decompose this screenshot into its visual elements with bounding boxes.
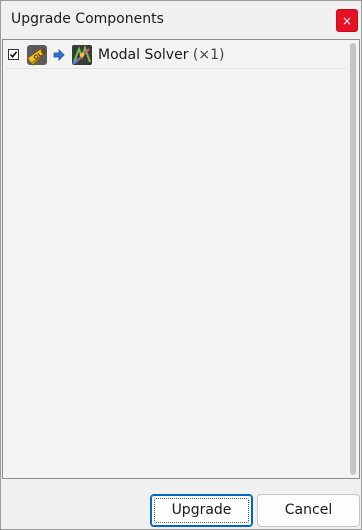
close-icon: × <box>341 14 353 28</box>
cancel-button[interactable]: Cancel <box>257 494 360 527</box>
component-count: (×1) <box>192 47 225 63</box>
list-item[interactable]: OLD Modal Solver (×1) <box>6 42 346 69</box>
old-component-icon: OLD <box>27 45 48 66</box>
component-label: Modal Solver (×1) <box>98 47 224 63</box>
scrollbar-thumb[interactable] <box>350 43 356 475</box>
modal-solver-icon <box>72 44 92 65</box>
focus-indicator <box>154 498 249 523</box>
checkmark-icon <box>9 51 18 59</box>
vertical-scrollbar[interactable] <box>348 41 358 477</box>
component-name: Modal Solver <box>98 47 189 63</box>
upgrade-button[interactable]: Upgrade <box>150 494 253 527</box>
component-list[interactable]: OLD Modal Solver (×1) <box>2 39 360 479</box>
upgrade-components-dialog: Upgrade Components × OLD Modal Solver (×… <box>0 0 362 530</box>
dialog-title: Upgrade Components <box>11 11 164 27</box>
title-bar: Upgrade Components × <box>1 1 361 39</box>
component-checkbox[interactable] <box>8 49 19 60</box>
arrow-right-icon <box>53 49 65 61</box>
cancel-button-label: Cancel <box>284 502 333 518</box>
close-button[interactable]: × <box>336 9 358 32</box>
